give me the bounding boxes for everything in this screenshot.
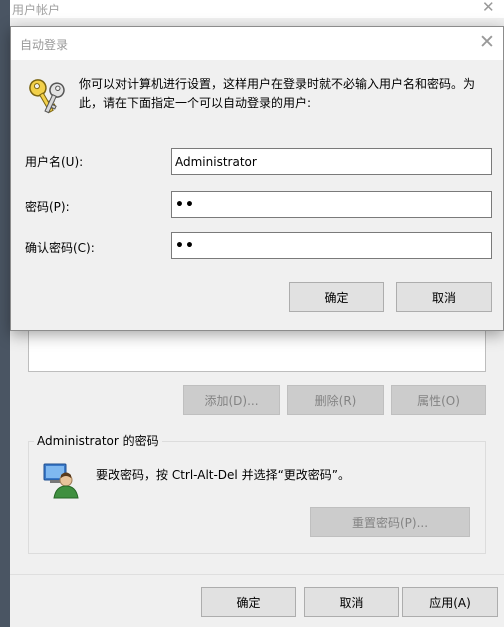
- user-password-icon: [42, 460, 80, 500]
- keys-icon: [27, 71, 71, 115]
- password-input[interactable]: ••: [171, 191, 492, 218]
- users-listbox[interactable]: [28, 325, 486, 372]
- add-user-button[interactable]: 添加(D)...: [183, 385, 280, 415]
- dialog-description: 你可以对计算机进行设置，这样用户在登录时就不必输入用户名和密码。为此，请在下面指…: [79, 77, 476, 110]
- remove-user-button[interactable]: 删除(R): [287, 385, 384, 415]
- confirm-password-label: 确认密码(C):: [25, 241, 95, 255]
- user-accounts-titlebar: [10, 0, 504, 18]
- password-groupbox: [28, 441, 486, 554]
- username-label: 用户名(U):: [25, 155, 84, 169]
- user-accounts-title: 用户帐户: [12, 3, 61, 17]
- desktop-strip: [0, 0, 10, 627]
- confirm-password-input[interactable]: ••: [171, 232, 492, 259]
- password-info-text: 要改密码，按 Ctrl-Alt-Del 并选择“更改密码”。: [96, 468, 351, 482]
- apply-button[interactable]: 应用(A): [402, 587, 498, 617]
- footer-separator: [10, 574, 504, 575]
- auto-logon-dialog: 自动登录 ✕ 你可以对计算机进行设置，这样用户在登录时就不必输入用户名和密码。为…: [10, 26, 504, 331]
- username-input[interactable]: Administrator: [171, 148, 492, 175]
- password-group-title: Administrator 的密码: [34, 432, 162, 449]
- ok-button[interactable]: 确定: [289, 282, 384, 312]
- dialog-close-icon[interactable]: ✕: [479, 30, 495, 54]
- dialog-title: 自动登录: [20, 38, 69, 52]
- reset-password-button[interactable]: 重置密码(P)...: [310, 507, 470, 537]
- cancel-button[interactable]: 取消: [396, 282, 492, 312]
- cancel-button-background[interactable]: 取消: [304, 587, 399, 617]
- password-label: 密码(P):: [25, 200, 70, 214]
- ok-button-background[interactable]: 确定: [201, 587, 296, 617]
- user-accounts-close-icon[interactable]: ✕: [482, 0, 495, 16]
- properties-button[interactable]: 属性(O): [391, 385, 486, 415]
- dialog-titlebar: [11, 27, 503, 60]
